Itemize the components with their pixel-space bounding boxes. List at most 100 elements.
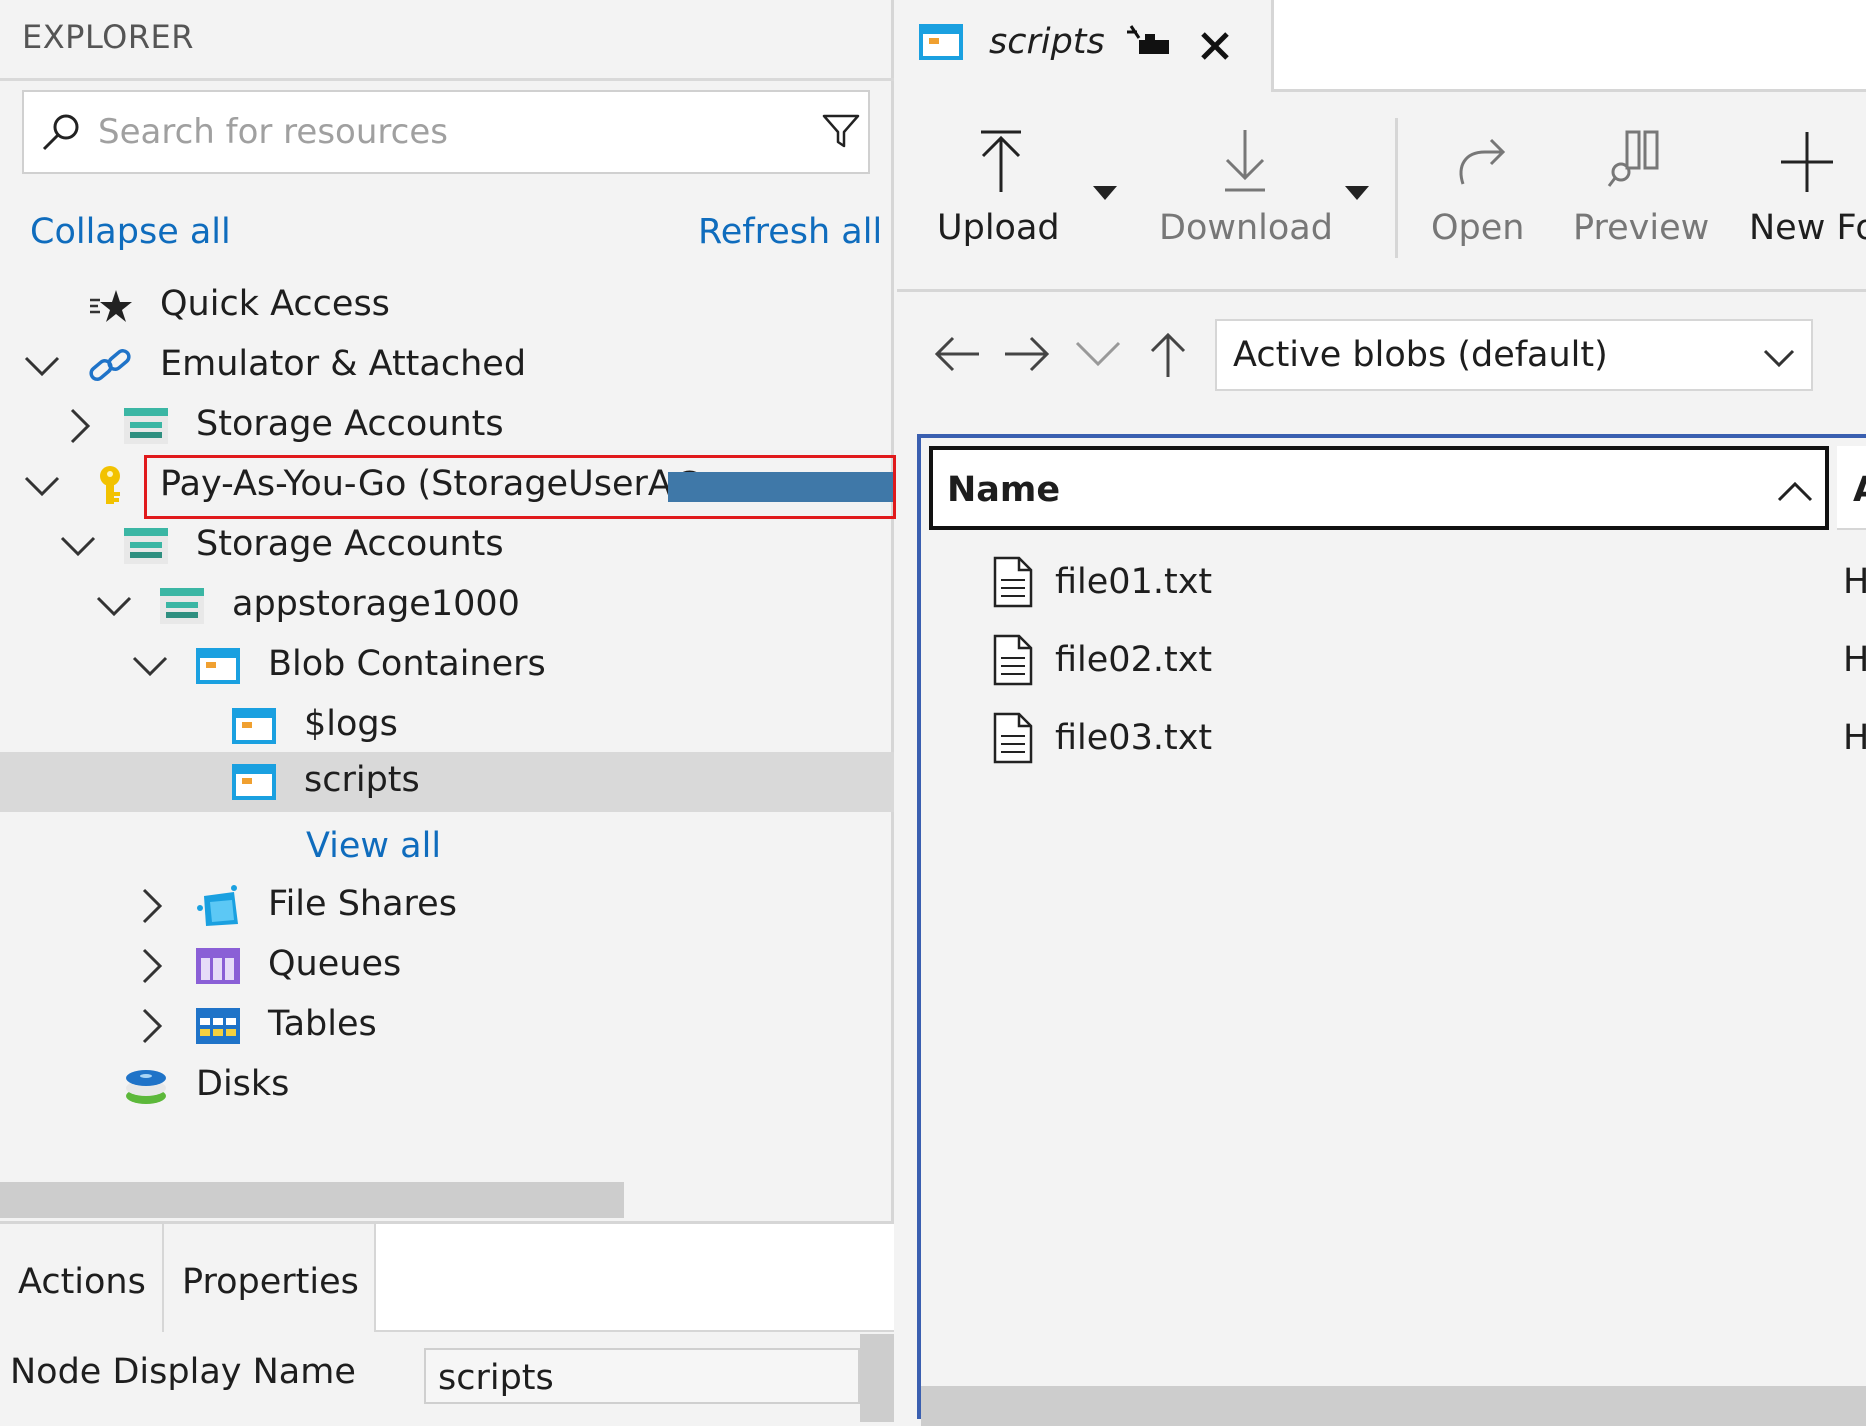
view-all-link[interactable]: View all bbox=[306, 826, 441, 866]
preview-label: Preview bbox=[1573, 208, 1710, 248]
new-folder-label: New Fo bbox=[1749, 208, 1866, 248]
divider bbox=[0, 78, 894, 81]
open-label: Open bbox=[1431, 208, 1525, 248]
chevron-right-icon[interactable] bbox=[130, 886, 170, 926]
access-tier: H bbox=[1843, 718, 1866, 758]
property-value-field[interactable]: scripts bbox=[424, 1348, 860, 1404]
tree-item-queues[interactable]: Queues bbox=[0, 936, 894, 996]
file-name: file01.txt bbox=[1055, 562, 1213, 602]
tree-item-file-shares[interactable]: File Shares bbox=[0, 876, 894, 936]
file-row[interactable]: file01.txt H bbox=[921, 542, 1866, 620]
tree-item-label: Queues bbox=[268, 944, 402, 984]
chevron-down-icon[interactable] bbox=[22, 466, 62, 506]
tree-item-label: $logs bbox=[304, 704, 398, 744]
text-file-icon bbox=[993, 634, 1033, 686]
navigation-bar: Active blobs (default) bbox=[897, 295, 1866, 415]
filter-icon[interactable] bbox=[820, 110, 862, 152]
tab-scripts[interactable]: scripts bbox=[897, 0, 1271, 92]
up-arrow-icon[interactable] bbox=[1143, 329, 1193, 379]
blob-list[interactable]: Name A file01.txt H bbox=[917, 434, 1866, 1426]
access-tier: H bbox=[1843, 640, 1866, 680]
chevron-down-icon[interactable] bbox=[1073, 329, 1123, 379]
chevron-right-icon[interactable] bbox=[58, 406, 98, 446]
tab-strip: scripts bbox=[897, 0, 1866, 92]
open-button[interactable]: Open bbox=[1431, 92, 1531, 292]
back-arrow-icon[interactable] bbox=[933, 329, 983, 379]
disk-icon bbox=[126, 1070, 166, 1104]
table-icon bbox=[196, 1008, 240, 1044]
tree-item-label: Storage Accounts bbox=[196, 404, 504, 444]
tree-item-label: scripts bbox=[304, 760, 420, 800]
new-folder-button[interactable]: New Fo bbox=[1749, 92, 1866, 292]
download-button[interactable]: Download bbox=[1159, 92, 1339, 292]
chevron-right-icon[interactable] bbox=[130, 946, 170, 986]
column-header-label: A bbox=[1853, 470, 1866, 510]
editor-panel: scripts Upload Download Open Preview New… bbox=[897, 0, 1866, 1426]
tree-item-storage-accounts[interactable]: Storage Accounts bbox=[0, 516, 894, 576]
forward-arrow-icon[interactable] bbox=[1001, 329, 1051, 379]
highlight-annotation bbox=[144, 455, 896, 519]
scrollbar-thumb[interactable] bbox=[0, 1182, 624, 1218]
search-placeholder: Search for resources bbox=[98, 112, 448, 152]
search-icon bbox=[42, 114, 79, 151]
search-input[interactable]: Search for resources bbox=[22, 90, 870, 174]
file-share-icon bbox=[197, 885, 238, 926]
property-label: Node Display Name bbox=[10, 1352, 356, 1392]
tree-item-disks[interactable]: Disks bbox=[0, 1056, 894, 1116]
download-icon bbox=[1225, 130, 1265, 192]
tree-item-emulator-attached[interactable]: Emulator & Attached bbox=[0, 336, 894, 396]
tree-item-tables[interactable]: Tables bbox=[0, 996, 894, 1056]
column-header-name[interactable]: Name bbox=[929, 446, 1829, 530]
blob-container-icon bbox=[919, 24, 963, 60]
download-label: Download bbox=[1159, 208, 1333, 248]
tab-properties[interactable]: Properties bbox=[164, 1224, 376, 1332]
preview-button[interactable]: Preview bbox=[1573, 92, 1709, 292]
blob-filter-dropdown[interactable]: Active blobs (default) bbox=[1215, 319, 1813, 391]
column-header-access[interactable]: A bbox=[1837, 446, 1866, 530]
open-icon bbox=[1459, 138, 1506, 185]
access-tier: H bbox=[1843, 562, 1866, 602]
file-name: file02.txt bbox=[1055, 640, 1213, 680]
blob-container-icon bbox=[232, 708, 276, 744]
chevron-down-icon[interactable] bbox=[94, 586, 134, 626]
chevron-down-icon[interactable] bbox=[130, 646, 170, 686]
pin-icon[interactable] bbox=[1125, 22, 1171, 62]
tree-item-quick-access[interactable]: Quick Access bbox=[0, 276, 894, 336]
blob-container-icon bbox=[196, 648, 240, 684]
queue-icon bbox=[196, 948, 240, 984]
text-file-icon bbox=[993, 556, 1033, 608]
tree-item-logs[interactable]: $logs bbox=[0, 696, 894, 756]
chevron-down-icon[interactable] bbox=[58, 526, 98, 566]
tree-item-blob-containers[interactable]: Blob Containers bbox=[0, 636, 894, 696]
tree-item-label: Storage Accounts bbox=[196, 524, 504, 564]
text-file-icon bbox=[993, 712, 1033, 764]
blob-filter-value: Active blobs (default) bbox=[1233, 335, 1608, 375]
close-icon[interactable] bbox=[1197, 24, 1233, 64]
toolbar: Upload Download Open Preview New Fo bbox=[897, 92, 1866, 292]
file-row[interactable]: file02.txt H bbox=[921, 620, 1866, 698]
chevron-down-icon[interactable] bbox=[22, 346, 62, 386]
tree-item-appstorage1000[interactable]: appstorage1000 bbox=[0, 576, 894, 636]
collapse-all-link[interactable]: Collapse all bbox=[30, 212, 231, 252]
file-row[interactable]: file03.txt H bbox=[921, 698, 1866, 776]
upload-button[interactable]: Upload bbox=[937, 92, 1067, 292]
tree-item-label: Disks bbox=[196, 1064, 290, 1104]
tree-item-label: Tables bbox=[268, 1004, 377, 1044]
bottom-panel: Actions Properties Node Display Name scr… bbox=[0, 1221, 1236, 1422]
toolbar-separator bbox=[1395, 118, 1398, 258]
tree-item-storage-accounts-attached[interactable]: Storage Accounts bbox=[0, 396, 894, 456]
download-dropdown-icon[interactable] bbox=[1343, 184, 1371, 202]
tab-bar-space bbox=[376, 1224, 1236, 1332]
preview-icon bbox=[1607, 130, 1659, 187]
horizontal-scrollbar[interactable] bbox=[921, 1386, 1866, 1426]
tree-item-label: File Shares bbox=[268, 884, 457, 924]
upload-icon bbox=[981, 130, 1021, 192]
tree-item-scripts[interactable]: scripts bbox=[0, 752, 894, 812]
tab-actions[interactable]: Actions bbox=[0, 1224, 164, 1332]
quick-access-icon bbox=[90, 290, 132, 322]
chevron-right-icon[interactable] bbox=[130, 1006, 170, 1046]
storage-account-icon bbox=[124, 528, 168, 564]
refresh-all-link[interactable]: Refresh all bbox=[698, 212, 882, 252]
scrollbar-thumb[interactable] bbox=[860, 1334, 894, 1422]
upload-dropdown-icon[interactable] bbox=[1091, 184, 1119, 202]
